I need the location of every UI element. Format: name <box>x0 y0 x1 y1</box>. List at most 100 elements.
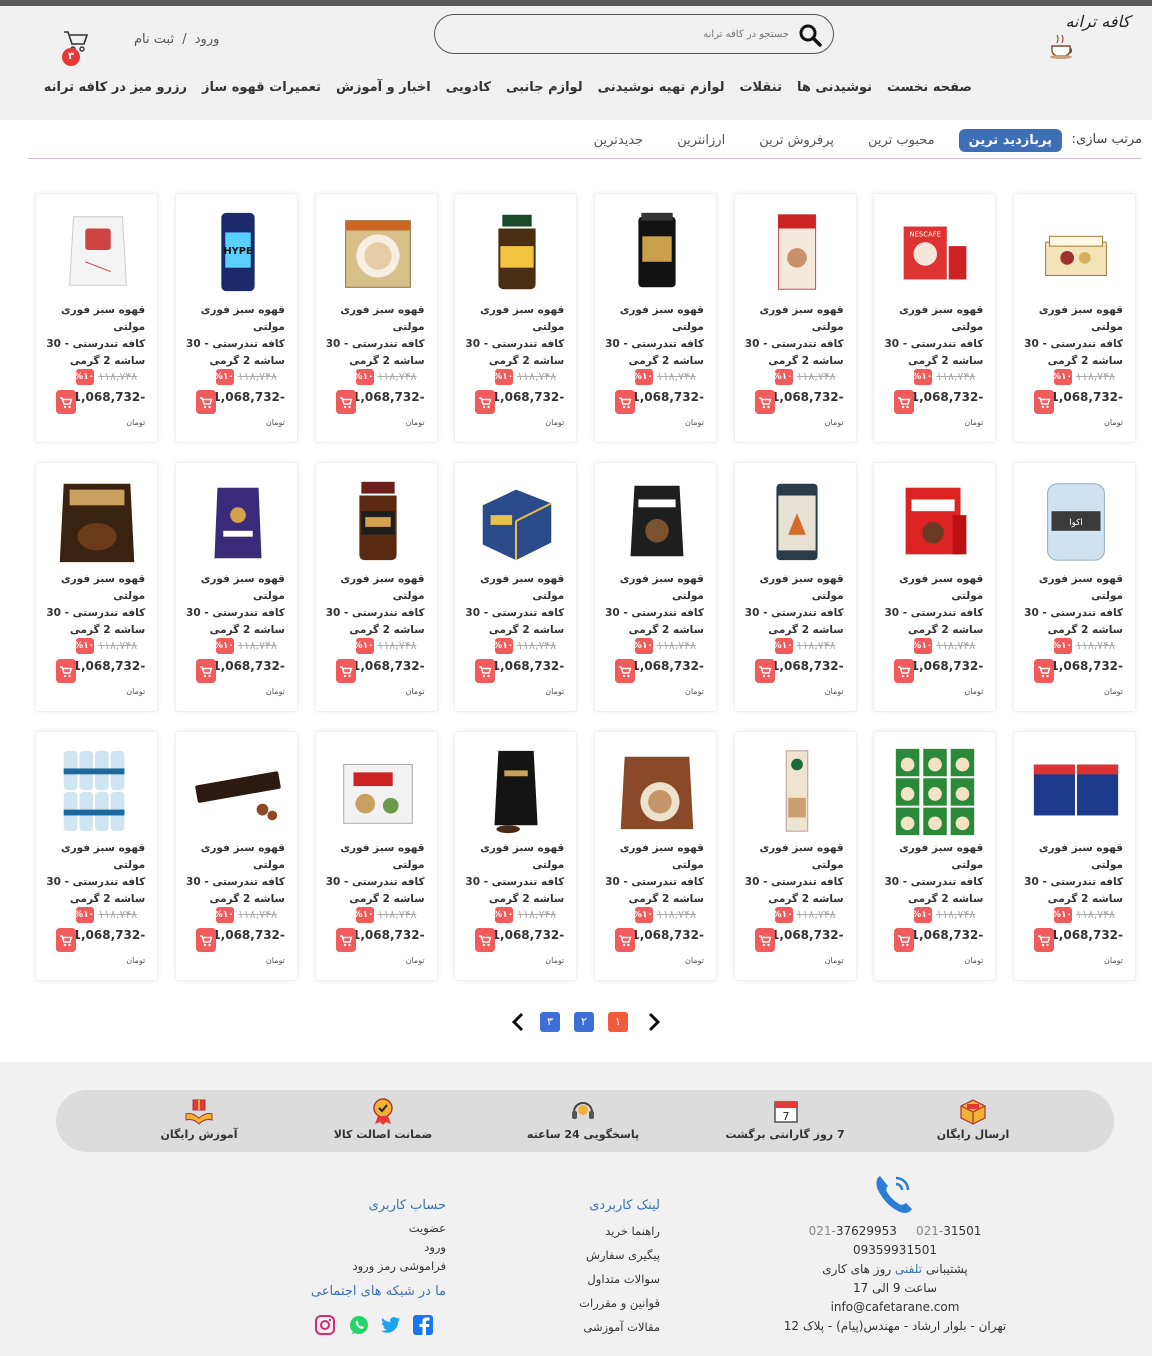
sort-option-cheapest[interactable]: ارزانترین <box>667 129 735 152</box>
capsule-sleeve-icon[interactable] <box>190 744 286 836</box>
footer-link-signup[interactable]: عضویت <box>340 1219 446 1238</box>
nav-item-news[interactable]: اخبار و آموزش <box>336 80 431 95</box>
search-icon[interactable] <box>797 23 823 47</box>
footer-link-login[interactable]: ورود <box>340 1238 446 1257</box>
product-card[interactable]: قهوه سبز فوری مولتی کافه تندرستی - 30 ساشه… <box>35 731 159 981</box>
sort-option-most-viewed[interactable]: پربازدید ترین <box>958 129 1062 152</box>
purple-pouch-icon[interactable] <box>190 475 286 567</box>
product-card[interactable]: قهوه سبز فوری مولتی کافه تندرستی - 30 ساشه… <box>593 731 717 981</box>
nav-item-drink-supplies[interactable]: لوازم تهیه نوشیدنی <box>598 80 725 95</box>
product-title[interactable]: قهوه سبز فوری مولتی کافه تندرستی - 30 ساشه… <box>325 302 425 370</box>
bockstein-box-icon[interactable] <box>469 475 565 567</box>
add-to-cart-icon[interactable] <box>754 928 775 952</box>
whatsapp-icon[interactable] <box>348 1314 370 1336</box>
sachet-grid-icon[interactable] <box>888 744 984 836</box>
add-to-cart-icon[interactable] <box>754 659 775 683</box>
product-card[interactable]: قهوه سبز فوری مولتی کافه تندرستی - 30 ساشه… <box>174 731 298 981</box>
product-title[interactable]: قهوه سبز فوری مولتی کافه تندرستی - 30 ساشه… <box>464 302 564 370</box>
tea-gift-box-icon[interactable] <box>330 744 426 836</box>
product-card[interactable]: قهوه سبز فوری مولتی کافه تندرستی - 30 ساشه… <box>314 193 438 443</box>
add-to-cart-icon[interactable] <box>335 659 356 683</box>
product-title[interactable]: قهوه سبز فوری مولتی کافه تندرستی - 30 ساشه… <box>464 840 564 908</box>
product-card[interactable]: قهوه سبز فوری مولتی کافه تندرستی - 30 ساشه… <box>1013 731 1136 981</box>
white-coffee-bag-icon[interactable] <box>50 206 146 298</box>
footer-link-articles[interactable]: مقالات آموزشی <box>560 1315 660 1339</box>
add-to-cart-icon[interactable] <box>614 390 635 414</box>
add-to-cart-icon[interactable] <box>475 659 496 683</box>
cart-button[interactable]: ۳ <box>58 26 92 66</box>
product-card[interactable]: قهوه سبز فوری مولتی کافه تندرستی - 30 ساشه… <box>314 731 438 981</box>
product-title[interactable]: قهوه سبز فوری مولتی کافه تندرستی - 30 ساشه… <box>604 840 704 908</box>
product-card[interactable]: قهوه سبز فوری مولتی کافه تندرستی - 30 ساشه… <box>314 462 438 712</box>
product-card[interactable]: قهوه سبز فوری مولتی کافه تندرستی - 30 ساشه… <box>873 462 997 712</box>
facebook-icon[interactable] <box>412 1314 434 1336</box>
add-to-cart-icon[interactable] <box>614 659 635 683</box>
footer-link-forgot-password[interactable]: فراموشی رمز ورود <box>340 1257 446 1276</box>
fox-tin-icon[interactable] <box>749 475 845 567</box>
nav-item-gifts[interactable]: کادویی <box>446 80 491 95</box>
product-card[interactable]: HYPE قهوه سبز فوری مولتی کافه تندرستی - 30… <box>174 193 298 443</box>
product-title[interactable]: قهوه سبز فوری مولتی کافه تندرستی - 30 ساشه… <box>185 302 285 370</box>
add-to-cart-icon[interactable] <box>1034 390 1054 414</box>
product-title[interactable]: قهوه سبز فوری مولتی کافه تندرستی - 30 ساشه… <box>325 840 425 908</box>
nav-item-repairs[interactable]: تعمیرات قهوه ساز <box>202 80 321 95</box>
sort-option-newest[interactable]: جدیدترین <box>584 129 654 152</box>
add-to-cart-icon[interactable] <box>754 390 775 414</box>
nav-item-accessories[interactable]: لوازم جانبی <box>506 80 583 95</box>
product-title[interactable]: قهوه سبز فوری مولتی کافه تندرستی - 30 ساشه… <box>883 302 983 370</box>
phone-number[interactable]: 31501 <box>943 1224 981 1238</box>
product-card[interactable]: قهوه سبز فوری مولتی کافه تندرستی - 30 ساشه… <box>593 462 717 712</box>
nescafe-red-box-icon[interactable]: NESCAFE <box>888 206 984 298</box>
footer-link-buying-guide[interactable]: راهنما خرید <box>560 1219 660 1243</box>
water-bottles-icon[interactable]: اکوا <box>1028 475 1124 567</box>
phone-number[interactable]: 37629953 <box>836 1224 897 1238</box>
product-card[interactable]: اکوا قهوه سبز فوری مولتی کافه تندرستی - 30… <box>1013 462 1136 712</box>
product-card[interactable]: قهوه سبز فوری مولتی کافه تندرستی - 30 ساشه… <box>35 193 159 443</box>
register-link[interactable]: ثبت نام <box>134 32 174 47</box>
add-to-cart-icon[interactable] <box>614 928 635 952</box>
add-to-cart-icon[interactable] <box>195 390 216 414</box>
product-card[interactable]: قهوه سبز فوری مولتی کافه تندرستی - 30 ساشه… <box>35 462 159 712</box>
instagram-icon[interactable] <box>314 1314 336 1336</box>
nav-item-drinks[interactable]: نوشیدنی ها <box>797 80 872 95</box>
product-title[interactable]: قهوه سبز فوری مولتی کافه تندرستی - 30 ساشه… <box>325 571 425 639</box>
add-to-cart-icon[interactable] <box>335 928 356 952</box>
product-title[interactable]: قهوه سبز فوری مولتی کافه تندرستی - 30 ساشه… <box>744 840 844 908</box>
product-card[interactable]: قهوه سبز فوری مولتی کافه تندرستی - 30 ساشه… <box>733 731 857 981</box>
add-to-cart-icon[interactable] <box>894 928 915 952</box>
search-input[interactable] <box>469 24 789 44</box>
product-title[interactable]: قهوه سبز فوری مولتی کافه تندرستی - 30 ساشه… <box>185 571 285 639</box>
product-title[interactable]: قهوه سبز فوری مولتی کافه تندرستی - 30 ساشه… <box>744 571 844 639</box>
add-to-cart-icon[interactable] <box>56 659 77 683</box>
sort-option-popular[interactable]: محبوب ترین <box>858 129 945 152</box>
add-to-cart-icon[interactable] <box>195 928 216 952</box>
add-to-cart-icon[interactable] <box>335 390 356 414</box>
add-to-cart-icon[interactable] <box>1034 928 1054 952</box>
product-card[interactable]: قهوه سبز فوری مولتی کافه تندرستی - 30 ساشه… <box>593 193 717 443</box>
footer-link-order-tracking[interactable]: پیگیری سفارش <box>560 1243 660 1267</box>
sort-option-bestselling[interactable]: پرفروش ترین <box>749 129 844 152</box>
mobile-number[interactable]: 09359931501 <box>770 1241 1020 1260</box>
cappuccino-cup-icon[interactable] <box>330 206 426 298</box>
add-to-cart-icon[interactable] <box>894 390 915 414</box>
nav-item-home[interactable]: صفحه نخست <box>887 80 972 95</box>
product-title[interactable]: قهوه سبز فوری مولتی کافه تندرستی - 30 ساشه… <box>744 302 844 370</box>
add-to-cart-icon[interactable] <box>195 659 216 683</box>
product-card[interactable]: قهوه سبز فوری مولتی کافه تندرستی - 30 ساشه… <box>1013 193 1136 443</box>
nescafe-classic-bag-icon[interactable] <box>888 475 984 567</box>
page-3-button[interactable]: ۳ <box>540 1012 560 1032</box>
multicafe-jar-icon[interactable] <box>609 206 705 298</box>
page-2-button[interactable]: ۲ <box>574 1012 594 1032</box>
tims-bag-icon[interactable] <box>50 475 146 567</box>
add-to-cart-icon[interactable] <box>475 928 496 952</box>
page-1-button[interactable]: ۱ <box>608 1012 628 1032</box>
add-to-cart-icon[interactable] <box>475 390 496 414</box>
product-title[interactable]: قهوه سبز فوری مولتی کافه تندرستی - 30 ساشه… <box>604 571 704 639</box>
product-card[interactable]: قهوه سبز فوری مولتی کافه تندرستی - 30 ساشه… <box>454 462 578 712</box>
login-link[interactable]: ورود <box>195 32 220 47</box>
starbucks-stick-icon[interactable] <box>749 744 845 836</box>
product-title[interactable]: قهوه سبز فوری مولتی کافه تندرستی - 30 ساشه… <box>883 571 983 639</box>
tea-box-icon[interactable] <box>1028 206 1124 298</box>
product-title[interactable]: قهوه سبز فوری مولتی کافه تندرستی - 30 ساشه… <box>45 840 145 908</box>
add-to-cart-icon[interactable] <box>56 390 77 414</box>
